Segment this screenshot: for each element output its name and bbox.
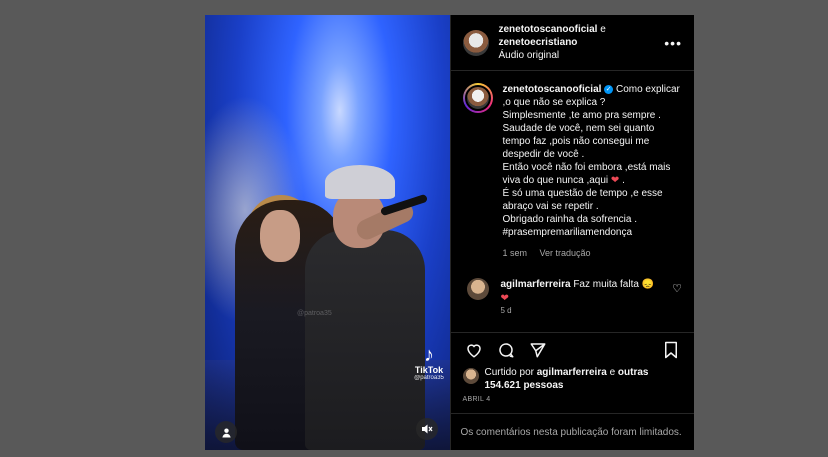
- comment-text: Faz muita falta: [573, 279, 639, 290]
- caption-line: É só uma questão de tempo ,e esse abraço…: [502, 188, 663, 212]
- comment-username[interactable]: agilmarferreira: [501, 279, 571, 290]
- sad-emoji-icon: 😞: [641, 279, 655, 290]
- likes-conj: e: [609, 367, 616, 378]
- caption-time: 1 sem: [502, 248, 528, 258]
- tiktok-user: @patroa35: [414, 375, 444, 381]
- header-conjunction: e: [600, 24, 606, 35]
- caption-meta: 1 sem Ver tradução: [503, 247, 683, 260]
- tiktok-watermark: ♪ TikTok @patroa35: [410, 345, 448, 381]
- author-username[interactable]: zenetotoscanooficial: [499, 24, 598, 35]
- tiktok-label: TikTok: [414, 365, 444, 375]
- post-header: zenetotoscanooficial e zenetoecristiano …: [450, 15, 694, 71]
- action-bar: [450, 332, 694, 366]
- caption-row: zenetotoscanooficial ✓ Como explicar ,o …: [462, 83, 683, 260]
- caption-body: zenetotoscanooficial ✓ Como explicar ,o …: [503, 83, 683, 260]
- heart-icon: ❤: [610, 175, 620, 186]
- caption-line: Saudade de você, nem sei quanto tempo fa…: [502, 123, 655, 160]
- likes-summary: Curtido por agilmarferreira e outras 154…: [451, 366, 695, 392]
- heart-icon: ❤: [500, 293, 509, 304]
- video-watermark: @patroa35: [297, 310, 332, 317]
- verified-icon: ✓: [604, 84, 614, 94]
- comments-limited-notice: Os comentários nesta publicação foram li…: [450, 413, 694, 450]
- heart-outline-icon[interactable]: ♡: [672, 282, 682, 295]
- header-text: zenetotoscanooficial e zenetoecristiano …: [499, 23, 665, 62]
- singer-right: [305, 230, 425, 450]
- bookmark-icon[interactable]: [660, 339, 682, 361]
- post-date: ABRIL 4: [462, 396, 491, 403]
- caption-line: Simplesmente ,te amo pra sempre .: [502, 110, 661, 121]
- heart-outline-icon[interactable]: [463, 339, 485, 361]
- translate-link[interactable]: Ver tradução: [540, 248, 591, 258]
- singer-left-face: [260, 210, 300, 262]
- avatar: [464, 85, 491, 111]
- comment-item: agilmarferreira Faz muita falta 😞 ❤ 5 d …: [463, 278, 682, 316]
- comment-body: agilmarferreira Faz muita falta 😞 ❤ 5 d: [501, 278, 666, 316]
- hashtag-link[interactable]: #prasempremariliamendonça: [503, 226, 683, 239]
- video-player[interactable]: @patroa35 ♪ TikTok @patroa35: [205, 15, 450, 450]
- avatar[interactable]: [466, 278, 489, 300]
- post-details-panel: zenetotoscanooficial e zenetoecristiano …: [449, 15, 695, 450]
- more-icon[interactable]: •••: [664, 35, 682, 51]
- muted-speaker-icon[interactable]: [416, 418, 438, 440]
- comments-section: zenetotoscanooficial ✓ Como explicar ,o …: [451, 71, 695, 332]
- caption-line: Então você não foi embora ,está mais viv…: [502, 162, 671, 186]
- singer-cap: [325, 165, 395, 199]
- story-avatar[interactable]: [462, 83, 493, 113]
- likes-others-2[interactable]: pessoas: [523, 380, 563, 391]
- likes-text: Curtido por agilmarferreira e outras 154…: [485, 366, 683, 392]
- avatar: [462, 368, 479, 384]
- caption-username[interactable]: zenetotoscanooficial: [503, 84, 602, 95]
- avatar[interactable]: [462, 29, 489, 56]
- user-tag-icon[interactable]: [215, 421, 237, 443]
- tiktok-icon: ♪: [424, 344, 434, 366]
- likes-prefix: Curtido por: [484, 367, 534, 378]
- likes-user[interactable]: agilmarferreira: [537, 367, 607, 378]
- comment-icon[interactable]: [495, 339, 517, 361]
- collab-username[interactable]: zenetoecristiano: [499, 36, 665, 49]
- audio-link[interactable]: Áudio original: [499, 49, 665, 62]
- caption-line: Obrigado rainha da sofrencia .: [502, 214, 638, 225]
- caption-line-with-heart: Então você não foi embora ,está mais viv…: [502, 162, 671, 186]
- share-icon[interactable]: [527, 339, 549, 361]
- post-modal: @patroa35 ♪ TikTok @patroa35 zenetotosca…: [205, 15, 694, 450]
- comment-time: 5 d: [500, 306, 512, 315]
